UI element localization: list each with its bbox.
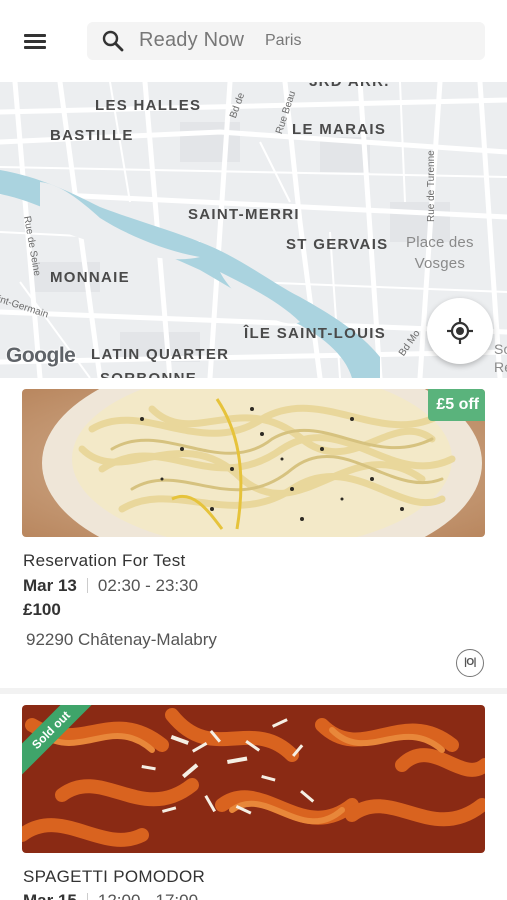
discount-badge: £5 off: [428, 389, 485, 421]
listing-date-time: Mar 15 12:00 - 17:00: [23, 891, 198, 900]
listing-card[interactable]: Sold out SPAGETTI POMODOR Mar 15 12:00 - …: [22, 705, 485, 900]
my-location-button[interactable]: [427, 298, 493, 364]
listing-image-pasta-pomodoro: Sold out: [22, 705, 485, 853]
listing-date: Mar 15: [23, 891, 77, 900]
listing-time: 02:30 - 23:30: [97, 576, 199, 595]
map-label-saint-merri: SAINT-MERRI: [188, 206, 300, 223]
app-header: Ready Now Paris: [0, 0, 507, 82]
search-filter-label: Ready Now: [139, 29, 245, 51]
map-label-le-marais: LE MARAIS: [292, 121, 387, 138]
map-label-3rd-arr: 3RD ARR.: [309, 82, 390, 90]
map-label-right-edge: Sou Rene: [494, 341, 507, 375]
my-location-icon: [447, 318, 473, 344]
search-bar[interactable]: Ready Now Paris: [87, 22, 485, 60]
map-label-bastille: BASTILLE: [50, 127, 134, 144]
listing-image-pasta-cacio: £5 off: [22, 389, 485, 537]
listing-date: Mar 13: [23, 576, 77, 595]
listing-price: £100: [23, 600, 61, 619]
map-label-st-gervais: ST GERVAIS: [286, 236, 389, 253]
street-label-rue-de-turenne: Rue de Turenne: [426, 150, 437, 222]
listing-title: SPAGETTI POMODOR: [23, 867, 206, 886]
map-label-les-halles: LES HALLES: [95, 97, 202, 114]
listing-date-time: Mar 13 02:30 - 23:30: [23, 576, 198, 596]
map-view[interactable]: 3RD ARR. LES HALLES BASTILLE LE MARAIS S…: [0, 82, 507, 378]
search-location-label: Paris: [265, 32, 302, 49]
listing-card[interactable]: £5 off Reservation For Test Mar 13 02:30 …: [22, 389, 485, 677]
google-logo: Google: [6, 344, 76, 367]
map-label-monnaie: MONNAIE: [50, 269, 130, 286]
dining-plate-icon: |O|: [456, 649, 484, 677]
hamburger-menu-icon[interactable]: [22, 30, 48, 52]
map-label-sorbonne: SORBONNE: [100, 370, 197, 378]
map-label-latin-quarter: LATIN QUARTER: [91, 346, 230, 363]
card-divider: [0, 688, 507, 694]
search-icon: [102, 30, 124, 52]
map-label-place-des-vosges: Place des Vosges: [406, 234, 474, 272]
listing-title: Reservation For Test: [23, 551, 186, 570]
listing-time: 12:00 - 17:00: [98, 891, 198, 900]
listing-address: 92290 Châtenay-Malabry: [26, 630, 217, 649]
map-label-ile-saint-louis: ÎLE SAINT-LOUIS: [244, 325, 387, 342]
